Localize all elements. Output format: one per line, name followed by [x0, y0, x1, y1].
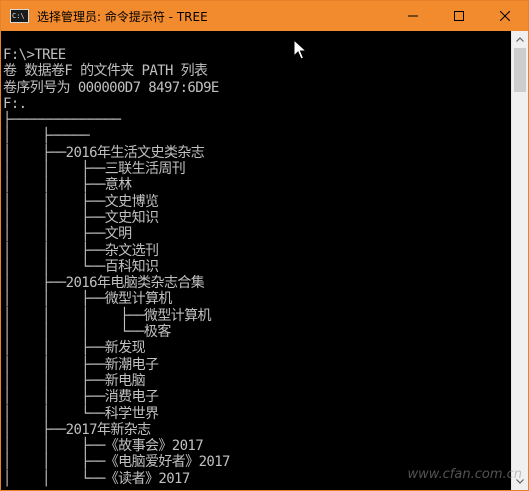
scroll-thumb[interactable] — [514, 48, 526, 92]
console-text-area: F:\>TREE 卷 数据卷F 的文件夹 PATH 列表 卷序列号为 000000D… — [1, 31, 511, 487]
console-line: │ │ ├──新发现 — [3, 340, 146, 357]
scroll-up-button[interactable] — [512, 31, 528, 48]
console-line: │ │ ├──意林 — [3, 177, 132, 194]
console-line: │ │ └──百科知识 — [3, 258, 159, 275]
console-line: │ │ │ ├──微型计算机 — [3, 307, 212, 324]
minimize-button[interactable] — [390, 1, 436, 31]
command-prompt-window: C:\ 选择管理员: 命令提示符 - TREE F:\>TREE 卷 数据卷F … — [0, 0, 529, 491]
title-bar[interactable]: C:\ 选择管理员: 命令提示符 - TREE — [1, 1, 528, 31]
console-line: │ │ ├──文史博览 — [3, 193, 159, 210]
console-line: F:\>TREE — [3, 47, 66, 63]
console-line: │ ├──2016年电脑类杂志合集 — [3, 275, 205, 292]
console-output[interactable]: F:\>TREE 卷 数据卷F 的文件夹 PATH 列表 卷序列号为 000000D… — [1, 31, 511, 490]
console-line: │ │ ├──新潮电子 — [3, 356, 159, 373]
maximize-button[interactable] — [436, 1, 482, 31]
console-line: │ │ ├──消费电子 — [3, 389, 159, 406]
console-line: ├────────────── — [3, 112, 121, 129]
maximize-icon — [454, 11, 464, 21]
console-line: F:. — [3, 95, 27, 112]
console-line: │ │ ├──文史知识 — [3, 209, 159, 226]
close-button[interactable] — [482, 1, 528, 31]
scroll-up-arrow-icon — [516, 37, 524, 42]
console-line: │ ├──2017年新杂志 — [3, 421, 151, 438]
console-line: 卷序列号为 000000D7 8497:6D9E — [3, 79, 219, 96]
window-title: 选择管理员: 命令提示符 - TREE — [37, 9, 208, 24]
mouse-pointer-icon — [293, 39, 307, 60]
console-line: │ │ ├──微型计算机 — [3, 291, 172, 308]
console-line: 卷 数据卷F 的文件夹 PATH 列表 — [3, 63, 208, 80]
vertical-scrollbar[interactable] — [511, 31, 528, 490]
console-line: │ │ ├──杂文选刊 — [3, 242, 159, 259]
console-line: │ │ ├──三联生活周刊 — [3, 161, 186, 178]
console-line: │ │ ├──《故事会》2017 — [3, 438, 204, 455]
console-line: │ ├───── — [3, 128, 90, 145]
console-line: │ │ └──科学世界 — [3, 405, 159, 422]
console-line: │ │ │ └──极客 — [3, 324, 171, 341]
minimize-icon — [408, 15, 418, 17]
console-line: │ ├──2016年生活文史类杂志 — [3, 144, 205, 161]
window-controls — [390, 1, 528, 31]
console-line: │ │ ├──文明 — [3, 226, 132, 243]
site-watermark: www.cfan.com.cn — [407, 467, 522, 482]
cmd-app-icon[interactable]: C:\ — [10, 9, 29, 23]
close-icon — [500, 11, 510, 21]
console-line: │ │ ├──新电脑 — [3, 372, 146, 389]
